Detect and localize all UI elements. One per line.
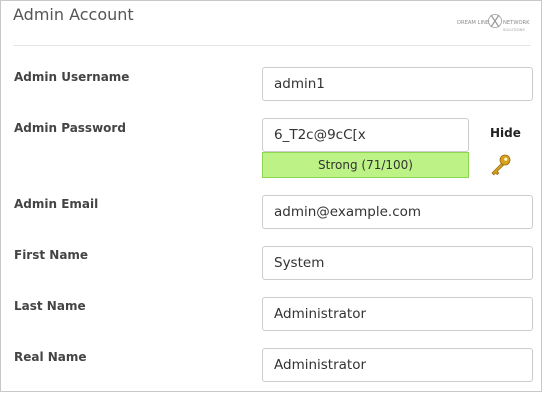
admin-password-label: Admin Password — [14, 121, 126, 135]
last-name-input[interactable] — [262, 297, 533, 331]
admin-username-label: Admin Username — [14, 70, 130, 84]
title-divider — [13, 45, 531, 46]
real-name-label: Real Name — [14, 350, 87, 364]
logo-text-right: NETWORK — [503, 20, 530, 26]
admin-email-label: Admin Email — [14, 197, 99, 211]
admin-password-input[interactable] — [262, 118, 469, 152]
hide-password-link[interactable]: Hide — [490, 126, 521, 140]
logo-text-left: DREAM LINE — [457, 20, 489, 26]
first-name-input[interactable] — [262, 246, 533, 280]
admin-email-input[interactable] — [262, 195, 533, 229]
dream-line-logo: DREAM LINE NETWORK SOLUTIONS — [457, 14, 530, 32]
last-name-label: Last Name — [14, 299, 86, 313]
password-strength-meter: Strong (71/100) — [262, 152, 469, 178]
real-name-input[interactable] — [262, 348, 533, 382]
key-icon[interactable] — [488, 152, 514, 178]
logo-text-sub: SOLUTIONS — [503, 27, 525, 32]
admin-username-input[interactable] — [262, 67, 533, 101]
admin-account-panel: Admin Account DREAM LINE NETWORK SOLUTIO… — [0, 0, 542, 392]
logo-swoosh-icon — [488, 14, 502, 28]
password-strength-text: Strong (71/100) — [318, 158, 413, 172]
first-name-label: First Name — [14, 248, 89, 262]
panel-title: Admin Account — [13, 5, 134, 24]
